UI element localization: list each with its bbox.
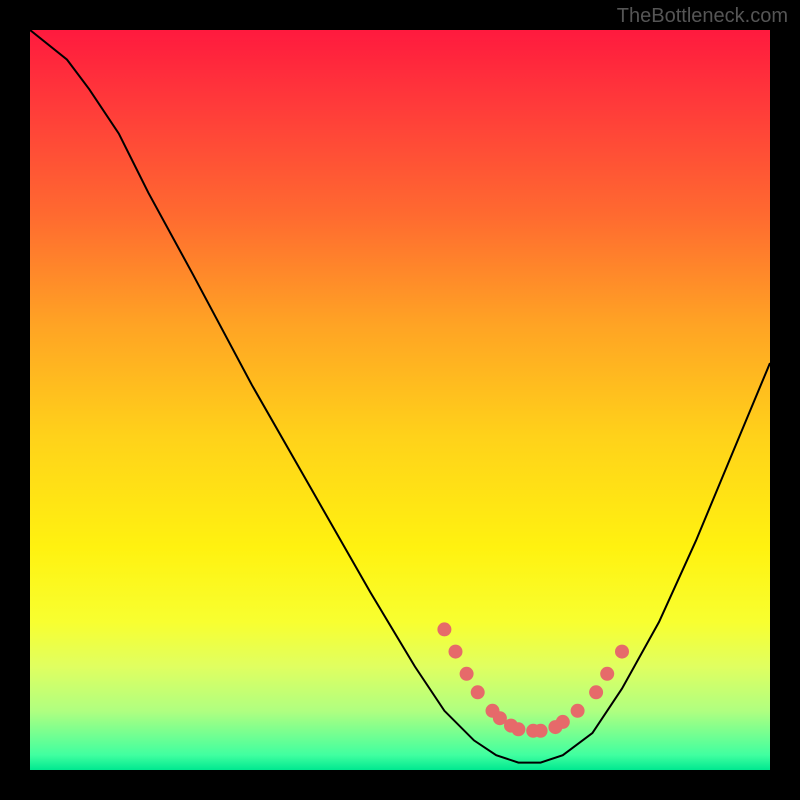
curve-marker	[556, 715, 570, 729]
curve-marker	[600, 667, 614, 681]
curve-marker	[437, 622, 451, 636]
curve-marker	[589, 685, 603, 699]
chart-container: TheBottleneck.com	[0, 0, 800, 800]
plot-area	[30, 30, 770, 770]
curve-marker	[511, 722, 525, 736]
curve-marker	[460, 667, 474, 681]
attribution-label: TheBottleneck.com	[617, 5, 788, 28]
bottleneck-curve	[30, 30, 770, 763]
curve-marker	[571, 704, 585, 718]
curve-marker	[615, 645, 629, 659]
curve-marker	[471, 685, 485, 699]
curve-marker	[449, 645, 463, 659]
plot-svg	[30, 30, 770, 770]
curve-marker	[534, 724, 548, 738]
